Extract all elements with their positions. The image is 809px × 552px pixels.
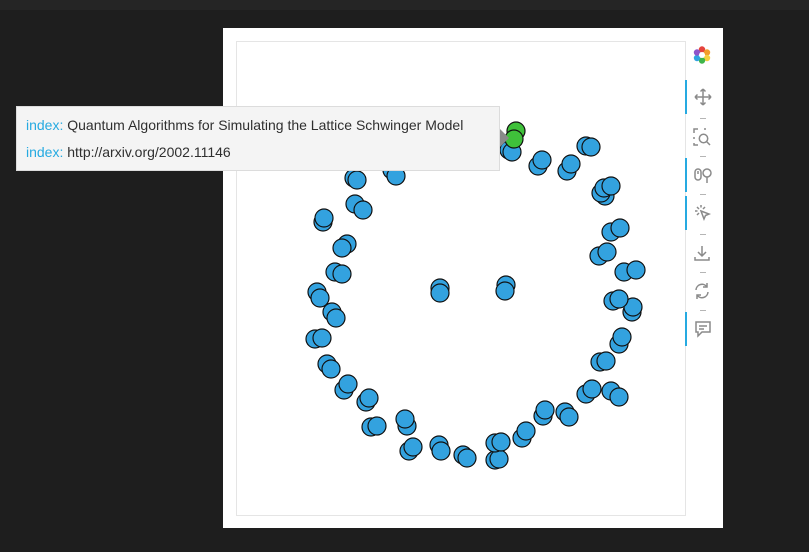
graph-node[interactable] [610, 218, 630, 238]
graph-node[interactable] [516, 421, 536, 441]
graph-node[interactable] [353, 200, 373, 220]
graph-node[interactable] [312, 328, 332, 348]
toolbar-separator [700, 310, 706, 311]
graph-node[interactable] [338, 374, 358, 394]
hover-icon[interactable] [685, 312, 719, 346]
bokeh-logo-icon[interactable] [685, 38, 719, 72]
reset-icon[interactable] [685, 274, 719, 308]
graph-node[interactable] [596, 351, 616, 371]
graph-node[interactable] [457, 448, 477, 468]
wheel-zoom-icon[interactable] [685, 158, 719, 192]
graph-node[interactable] [535, 400, 555, 420]
graph-node[interactable] [581, 137, 601, 157]
graph-node[interactable] [597, 242, 617, 262]
graph-node[interactable] [326, 308, 346, 328]
graph-node[interactable] [561, 154, 581, 174]
graph-node[interactable] [430, 283, 450, 303]
tooltip-value: Quantum Algorithms for Simulating the La… [67, 117, 464, 133]
graph-node[interactable] [495, 281, 515, 301]
graph-node[interactable] [321, 359, 341, 379]
graph-node[interactable] [395, 409, 415, 429]
graph-node[interactable] [332, 264, 352, 284]
tooltip-value: http://arxiv.org/2002.11146 [67, 144, 231, 160]
hover-tooltip: index: Quantum Algorithms for Simulating… [16, 106, 500, 171]
tooltip-key: index: [26, 144, 64, 160]
graph-node[interactable] [601, 176, 621, 196]
graph-node[interactable] [559, 407, 579, 427]
tooltip-pointer [500, 129, 509, 147]
tooltip-row: index: http://arxiv.org/2002.11146 [26, 144, 490, 171]
toolbar [685, 38, 719, 358]
toolbar-separator [700, 234, 706, 235]
graph-node[interactable] [609, 289, 629, 309]
toolbar-separator [700, 156, 706, 157]
graph-node[interactable] [359, 388, 379, 408]
graph-node[interactable] [347, 170, 367, 190]
tap-icon[interactable] [685, 196, 719, 230]
graph-node[interactable] [367, 416, 387, 436]
pan-icon[interactable] [685, 80, 719, 114]
graph-node[interactable] [532, 150, 552, 170]
tooltip-row: index: Quantum Algorithms for Simulating… [26, 117, 490, 144]
graph-node[interactable] [314, 208, 334, 228]
graph-node[interactable] [626, 260, 646, 280]
toolbar-separator [700, 272, 706, 273]
save-icon[interactable] [685, 236, 719, 270]
graph-node[interactable] [582, 379, 602, 399]
graph-node[interactable] [431, 441, 451, 461]
graph-plot[interactable] [223, 28, 723, 528]
graph-node[interactable] [332, 238, 352, 258]
box-zoom-icon[interactable] [685, 120, 719, 154]
tooltip-key: index: [26, 117, 64, 133]
plot-panel[interactable] [223, 28, 723, 528]
graph-node[interactable] [491, 432, 511, 452]
toolbar-separator [700, 194, 706, 195]
graph-node[interactable] [489, 449, 509, 469]
graph-node[interactable] [612, 327, 632, 347]
graph-node[interactable] [609, 387, 629, 407]
graph-node[interactable] [403, 437, 423, 457]
toolbar-separator [700, 118, 706, 119]
top-bar [0, 0, 809, 10]
